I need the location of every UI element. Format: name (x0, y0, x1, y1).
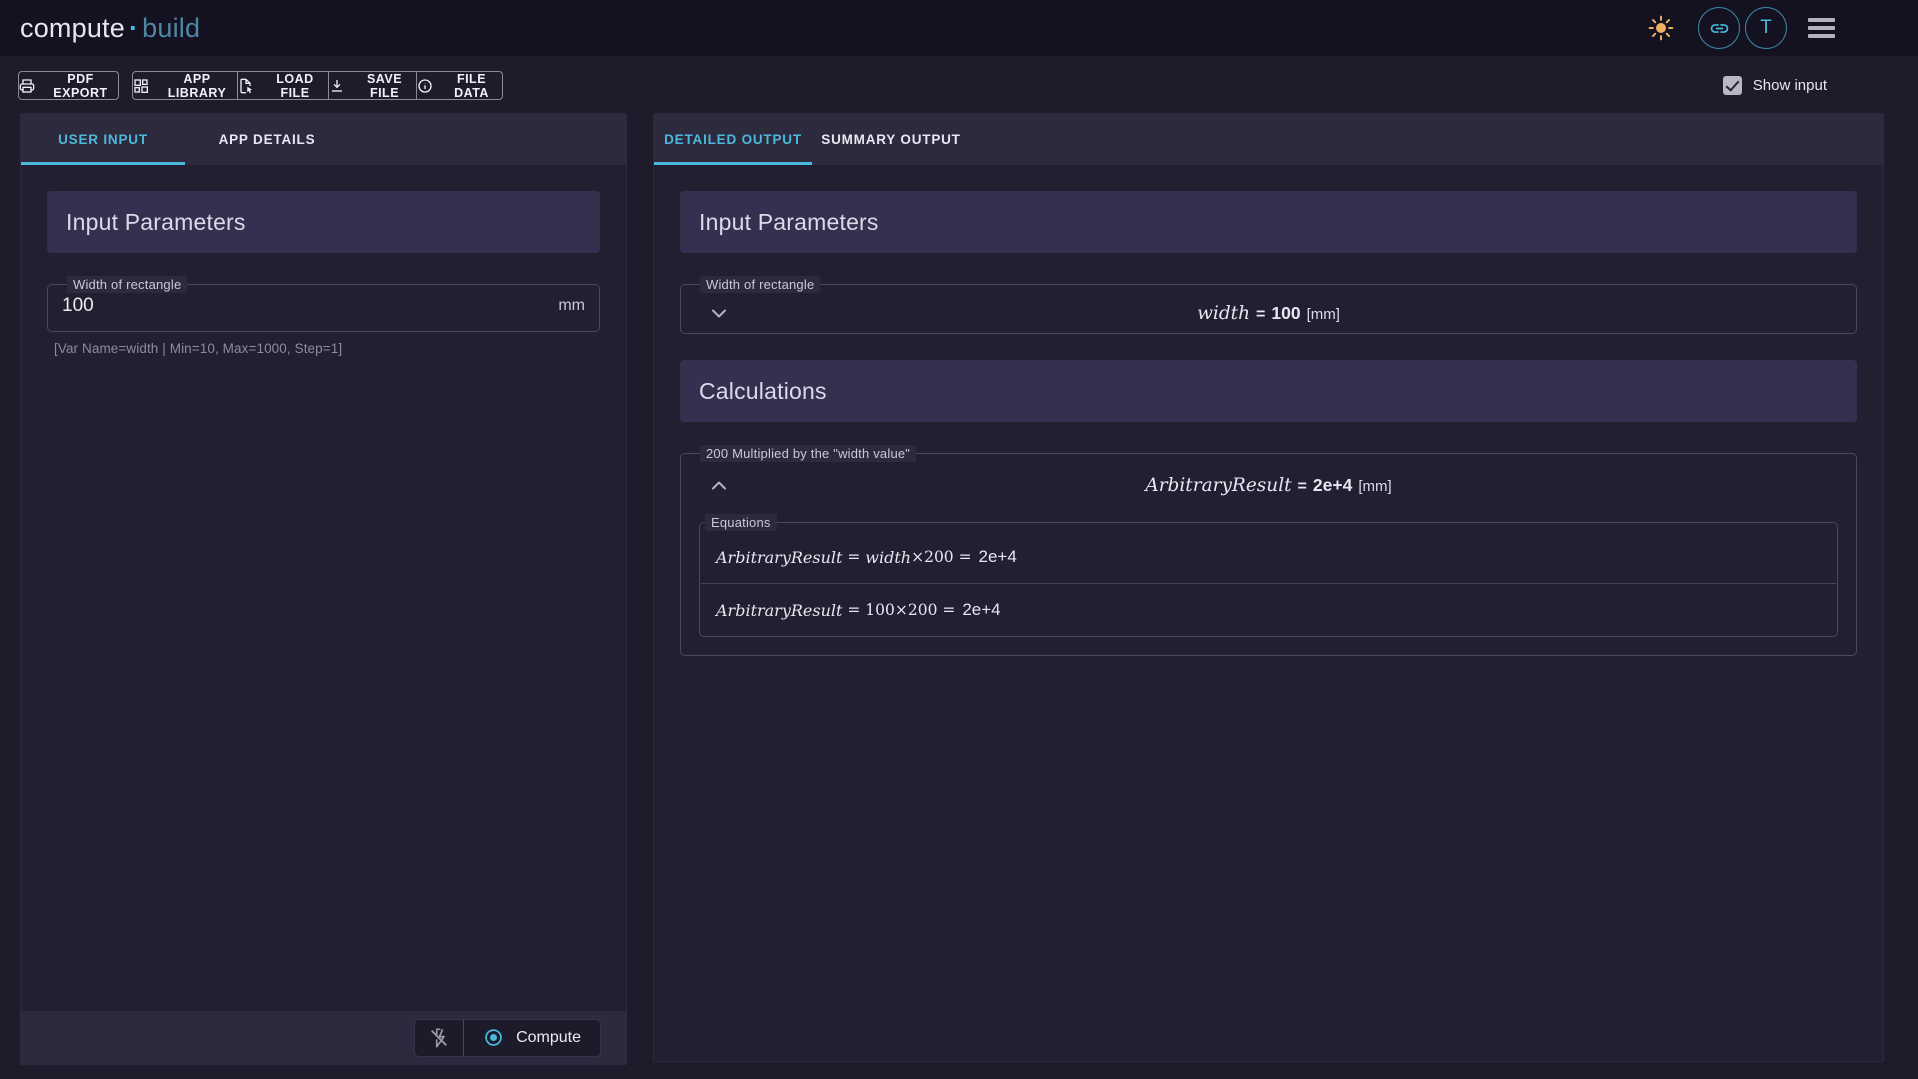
width-field-label: Width of rectangle (67, 276, 187, 293)
navbar-actions: T (1648, 0, 1835, 56)
load-file-label: LOAD FILE (262, 72, 328, 100)
input-parameters-header: Input Parameters (47, 191, 600, 253)
calculation-result-line: ArbitraryResult = 2e+4 [mm] (1145, 475, 1391, 496)
equation1-op1: = (842, 548, 865, 566)
info-icon (417, 78, 433, 94)
equation1-result: 2e+4 (979, 547, 1017, 567)
file-data-button[interactable]: FILE DATA (416, 72, 502, 99)
width-field-unit: mm (558, 297, 585, 315)
top-navbar: compute · build T (0, 0, 1918, 56)
share-link-button[interactable] (1698, 7, 1740, 49)
equation1-lhs: ArbitraryResult (716, 548, 842, 567)
calculation-output-group: 200 Multiplied by the "width value" Arbi… (680, 445, 1857, 656)
output-panel: DETAILED OUTPUT SUMMARY OUTPUT Input Par… (653, 113, 1884, 1062)
input-panel-tabbar: USER INPUT APP DETAILS (21, 114, 626, 165)
output-panel-tabbar: DETAILED OUTPUT SUMMARY OUTPUT (654, 114, 1883, 165)
tab-detailed-output[interactable]: DETAILED OUTPUT (654, 114, 812, 165)
user-avatar-button[interactable]: T (1745, 7, 1787, 49)
width-result-unit: [mm] (1307, 306, 1340, 323)
pdf-export-button[interactable]: PDF EXPORT (18, 71, 119, 100)
file-button-group: APP LIBRARY LOAD FILE SAVE FILE FILE DAT… (132, 71, 503, 100)
calculation-result-unit: [mm] (1358, 478, 1391, 495)
width-output-expand-button[interactable] (703, 297, 735, 329)
tab-summary-output[interactable]: SUMMARY OUTPUT (812, 114, 970, 165)
width-field[interactable]: Width of rectangle 100 mm (47, 276, 600, 332)
compute-button[interactable]: Compute (464, 1020, 600, 1056)
file-data-label: FILE DATA (441, 72, 502, 100)
input-parameters-title: Input Parameters (66, 209, 246, 236)
tab-user-input[interactable]: USER INPUT (21, 114, 185, 165)
avatar-letter: T (1760, 17, 1772, 39)
calculation-collapse-button[interactable] (703, 469, 735, 501)
link-icon (1709, 18, 1730, 39)
input-panel-content: Input Parameters Width of rectangle 100 … (21, 165, 626, 382)
equation1-op2: = (954, 548, 977, 566)
save-file-icon (329, 78, 345, 94)
width-output-group-label: Width of rectangle (700, 276, 820, 293)
equation2-op1: = (842, 601, 865, 619)
equation2-result: 2e+4 (962, 600, 1000, 620)
width-result-value: 100 (1271, 303, 1300, 323)
compute-radio-icon (483, 1027, 504, 1048)
show-input-checkbox[interactable] (1723, 76, 1742, 95)
width-field-value[interactable]: 100 (62, 295, 94, 317)
logo-part-compute: compute (20, 13, 125, 44)
equations-group: Equations ArbitraryResult = width×200 = … (699, 514, 1838, 637)
logo-part-build: build (142, 13, 200, 44)
equation1-var: width (865, 548, 911, 567)
width-result-name: width (1197, 303, 1250, 324)
auto-compute-toggle-button[interactable] (415, 1020, 463, 1056)
equation2-op2: = (937, 601, 960, 619)
width-field-helper: [Var Name=width | Min=10, Max=1000, Step… (54, 341, 600, 356)
calculation-result-name: ArbitraryResult (1145, 475, 1291, 496)
input-panel-footer: Compute (21, 1011, 626, 1064)
load-file-button[interactable]: LOAD FILE (237, 72, 328, 99)
app-library-icon (133, 78, 149, 94)
output-input-parameters-header: Input Parameters (680, 191, 1857, 253)
width-output-group: Width of rectangle width = 100 [mm] (680, 276, 1857, 334)
calculation-result-value: 2e+4 (1313, 475, 1352, 495)
load-file-icon (238, 78, 254, 94)
input-panel: USER INPUT APP DETAILS Input Parameters … (20, 113, 627, 1065)
width-result-line: width = 100 [mm] (1197, 303, 1340, 324)
app-library-button[interactable]: APP LIBRARY (133, 72, 237, 99)
save-file-label: SAVE FILE (353, 72, 416, 100)
output-input-parameters-title: Input Parameters (699, 209, 879, 236)
show-input-label: Show input (1753, 77, 1827, 94)
output-panel-content: Input Parameters Width of rectangle widt… (654, 165, 1883, 682)
compute-button-group: Compute (414, 1019, 601, 1057)
app-logo: compute · build (20, 0, 200, 56)
flash-off-icon (428, 1027, 450, 1049)
sun-icon (1648, 15, 1674, 41)
equation-numeric: ArbitraryResult = 100×200 = 2e+4 (700, 584, 1837, 636)
equation1-mul: ×200 (911, 548, 954, 566)
chevron-down-icon (711, 309, 727, 318)
app-library-label: APP LIBRARY (157, 72, 237, 100)
show-input-toggle[interactable]: Show input (1723, 71, 1827, 100)
equation-symbolic: ArbitraryResult = width×200 = 2e+4 (700, 531, 1837, 583)
printer-icon (19, 78, 35, 94)
calculations-title: Calculations (699, 378, 827, 405)
theme-toggle-button[interactable] (1648, 15, 1674, 41)
width-result-equals: = (1256, 306, 1265, 323)
chevron-up-icon (711, 481, 727, 490)
calculation-group-label: 200 Multiplied by the "width value" (700, 445, 916, 462)
menu-icon (1808, 18, 1835, 22)
file-toolbar: PDF EXPORT APP LIBRARY LOAD FILE SAVE FI… (18, 71, 503, 100)
menu-button[interactable] (1808, 18, 1835, 38)
equations-group-label: Equations (705, 514, 777, 531)
equation2-lhs: ArbitraryResult (716, 601, 842, 620)
pdf-export-label: PDF EXPORT (43, 72, 118, 100)
tab-app-details[interactable]: APP DETAILS (185, 114, 349, 165)
calculation-result-equals: = (1298, 478, 1307, 495)
equation2-expr: 100×200 (865, 601, 937, 619)
logo-dot: · (129, 13, 138, 44)
calculations-header: Calculations (680, 360, 1857, 422)
compute-button-label: Compute (516, 1029, 581, 1047)
save-file-button[interactable]: SAVE FILE (328, 72, 416, 99)
